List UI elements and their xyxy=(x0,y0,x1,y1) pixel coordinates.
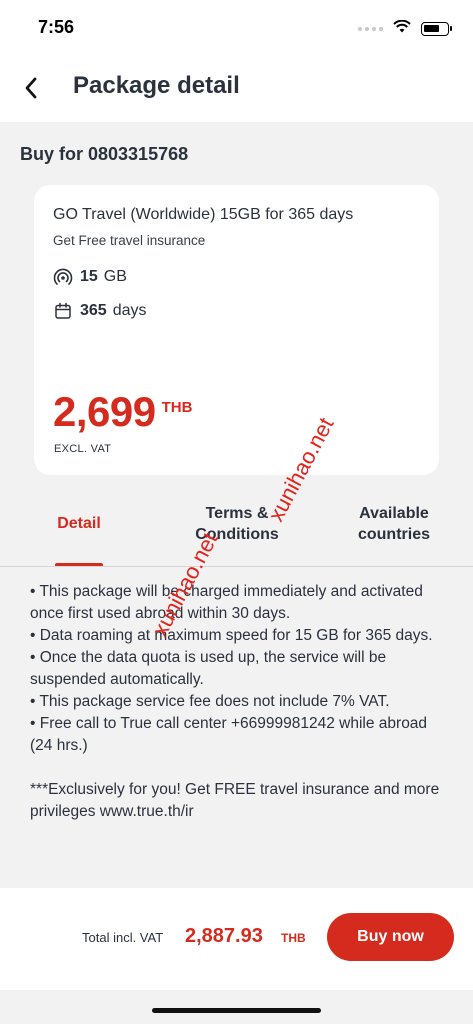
status-icons xyxy=(358,19,452,38)
data-amount: 15 xyxy=(80,268,98,285)
package-data-allowance: 15 GB xyxy=(53,267,127,287)
checkout-footer: Total incl. VAT 2,887.93 THB Buy now xyxy=(0,888,473,990)
page-title: Package detail xyxy=(73,72,240,99)
header: Package detail xyxy=(0,58,473,122)
validity-amount: 365 xyxy=(80,302,107,319)
detail-line: • Data roaming at maximum speed for 15 G… xyxy=(30,627,433,644)
price-currency: THB xyxy=(161,399,193,416)
tab-detail[interactable]: Detail xyxy=(34,495,124,567)
package-price: 2,699 THB xyxy=(53,391,192,433)
total-currency: THB xyxy=(281,931,306,945)
package-validity: 365 days xyxy=(53,301,147,321)
chevron-left-icon xyxy=(25,77,37,99)
package-card: GO Travel (Worldwide) 15GB for 365 days … xyxy=(34,185,439,475)
detail-note: ***Exclusively for you! Get FREE travel … xyxy=(30,781,440,820)
detail-line: • Free call to True call center +6699998… xyxy=(30,715,428,754)
battery-icon xyxy=(421,22,452,36)
status-time: 7:56 xyxy=(38,17,75,37)
buy-now-button[interactable]: Buy now xyxy=(327,913,454,961)
validity-unit: days xyxy=(112,302,147,319)
price-note: EXCL. VAT xyxy=(54,443,112,455)
price-value: 2,699 xyxy=(53,388,156,435)
data-unit: GB xyxy=(103,268,127,285)
tab-detail-label: Detail xyxy=(57,515,101,532)
status-bar: 7:56 xyxy=(0,0,473,58)
package-name: GO Travel (Worldwide) 15GB for 365 days xyxy=(53,206,354,223)
data-signal-icon xyxy=(53,267,73,287)
detail-content: • This package will be charged immediate… xyxy=(30,581,450,823)
calendar-icon xyxy=(53,301,73,321)
detail-line: • Once the data quota is used up, the se… xyxy=(30,649,387,688)
tab-bar: Detail Terms & Conditions Available coun… xyxy=(0,495,473,567)
total-label: Total incl. VAT xyxy=(82,930,164,945)
package-subtitle: Get Free travel insurance xyxy=(53,233,206,248)
total-value: 2,887.93 xyxy=(185,925,263,947)
buy-for-number: Buy for 0803315768 xyxy=(20,144,189,164)
tab-countries-label: Available countries xyxy=(357,505,430,543)
back-button[interactable] xyxy=(16,72,46,104)
home-indicator xyxy=(152,1008,321,1013)
tab-available-countries[interactable]: Available countries xyxy=(336,495,452,567)
cellular-signal-icon xyxy=(358,27,383,31)
detail-line: • This package will be charged immediate… xyxy=(30,583,423,622)
detail-line: • This package service fee does not incl… xyxy=(30,693,390,710)
tabs-divider xyxy=(0,566,473,567)
wifi-icon xyxy=(393,19,411,38)
